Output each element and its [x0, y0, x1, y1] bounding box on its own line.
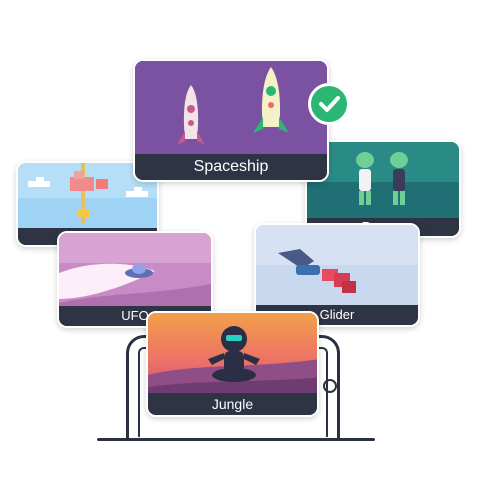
card-label: Spaceship [135, 154, 327, 180]
jungle-game-art [148, 313, 317, 397]
checkmark-icon [319, 96, 340, 112]
runner-character [356, 152, 374, 168]
runner-game-art [307, 142, 459, 222]
selected-check-badge [308, 83, 350, 125]
tablet-stand-line [97, 438, 375, 441]
ufo-game-art [59, 233, 211, 311]
gift-box [342, 281, 356, 293]
spaceship-game-art [135, 61, 327, 158]
card-jungle[interactable]: Jungle [146, 311, 319, 417]
tablet-home-button [323, 379, 337, 393]
card-spaceship[interactable]: Spaceship [133, 59, 329, 182]
card-label: Jungle [148, 393, 317, 415]
runner-character [390, 152, 408, 168]
glider-game-art [256, 225, 418, 309]
